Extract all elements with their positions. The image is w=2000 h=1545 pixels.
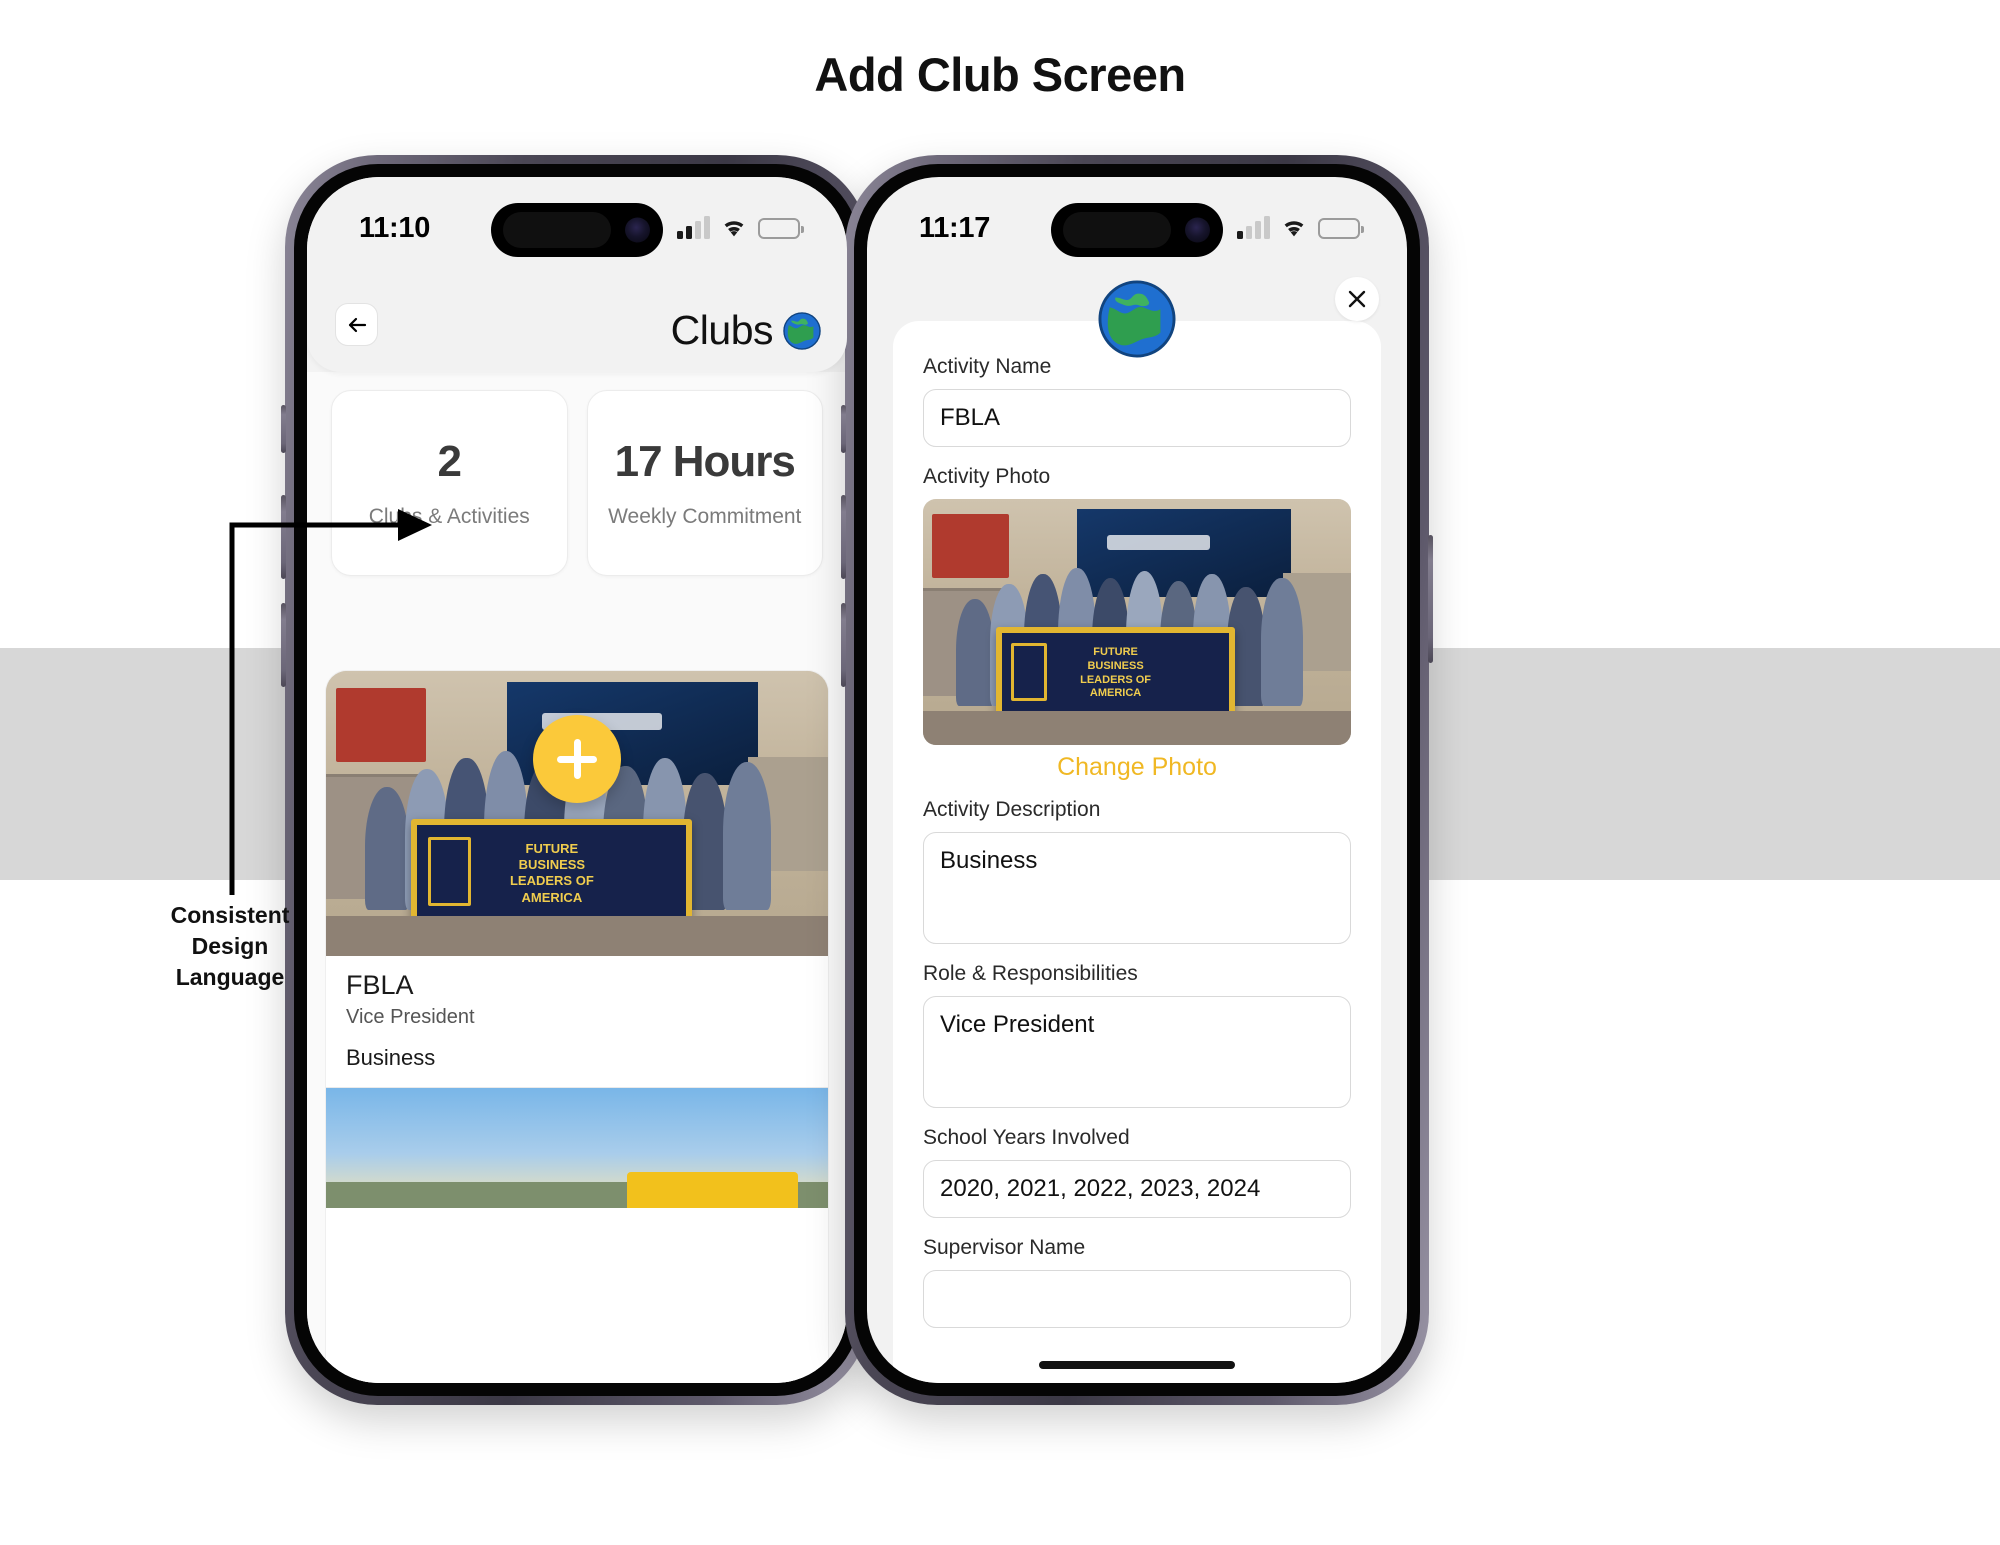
school-years-input[interactable]: 2020, 2021, 2022, 2023, 2024 <box>923 1160 1351 1218</box>
status-time: 11:10 <box>359 211 431 244</box>
fbla-banner: FUTURE BUSINESS LEADERS OF AMERICA <box>411 819 693 928</box>
club-description: Business <box>346 1045 436 1070</box>
battery-icon <box>1318 217 1364 239</box>
fbla-banner: FUTURE BUSINESS LEADERS OF AMERICA <box>995 626 1236 721</box>
add-club-form-sheet: Activity Name FBLA Activity Photo FUTURE… <box>893 321 1381 1383</box>
supervisor-name-input[interactable] <box>923 1270 1351 1328</box>
banner-line: AMERICA <box>521 889 583 905</box>
power-button[interactable] <box>1428 535 1433 663</box>
mute-switch[interactable] <box>281 405 286 453</box>
page-heading: Clubs <box>671 307 821 354</box>
close-icon <box>1348 290 1366 308</box>
field-label-activity-name: Activity Name <box>923 355 1052 378</box>
front-camera-icon <box>625 217 650 243</box>
stat-value: 2 <box>437 437 463 486</box>
field-label-school-years: School Years Involved <box>923 1126 1130 1149</box>
club-card-photo[interactable]: FUTURE BUSINESS LEADERS OF AMERICA <box>326 671 828 956</box>
banner-line: AMERICA <box>1089 687 1142 700</box>
back-button[interactable] <box>335 303 378 346</box>
screenshot-root: Add Club Screen 11:10 Clubs 2 Clubs & Ac… <box>0 0 2000 1545</box>
field-label-activity-photo: Activity Photo <box>923 465 1051 488</box>
club-card-photo-2[interactable] <box>326 1088 828 1208</box>
mute-switch[interactable] <box>841 405 846 453</box>
status-time: 11:17 <box>919 211 991 244</box>
phone-mockup-left: 11:10 Clubs 2 Clubs & Activities 17 Hour… <box>281 155 873 1405</box>
field-label-role-responsibilities: Role & Responsibilities <box>923 962 1138 985</box>
status-icons <box>677 216 804 239</box>
stat-card-hours[interactable]: 17 Hours Weekly Commitment <box>586 390 823 576</box>
banner-line: BUSINESS <box>1087 659 1144 672</box>
dynamic-island <box>1051 203 1223 257</box>
add-club-fab[interactable] <box>533 715 621 803</box>
stat-label: Weekly Commitment <box>608 505 802 528</box>
battery-icon <box>758 217 804 239</box>
phone-bezel-left: 11:10 Clubs 2 Clubs & Activities 17 Hour… <box>294 164 860 1396</box>
page-title: Add Club Screen <box>814 48 1186 101</box>
cellular-signal-icon <box>677 216 710 239</box>
school-bus <box>627 1172 798 1208</box>
home-indicator[interactable] <box>1039 1361 1235 1369</box>
wifi-icon <box>1284 221 1304 237</box>
change-photo-button[interactable]: Change Photo <box>923 753 1351 782</box>
club-card-meta: FBLA Vice President Business <box>326 956 828 1087</box>
annotation-line: Design <box>191 933 269 960</box>
club-role: Vice President <box>346 1006 475 1028</box>
annotation-line: Consistent <box>170 902 290 928</box>
banner-line: BUSINESS <box>518 857 586 873</box>
field-label-activity-description: Activity Description <box>923 798 1101 821</box>
stat-value: 17 Hours <box>614 437 796 486</box>
activity-description-input[interactable]: Business <box>923 832 1351 944</box>
cellular-signal-icon <box>1237 216 1270 239</box>
banner-line: LEADERS OF <box>509 873 594 889</box>
arrow-left-icon <box>348 317 366 332</box>
field-label-supervisor-name: Supervisor Name <box>923 1236 1086 1259</box>
close-button[interactable] <box>1335 277 1379 321</box>
activity-name-input[interactable]: FBLA <box>923 389 1351 447</box>
volume-down-button[interactable] <box>281 603 286 687</box>
dynamic-island <box>491 203 663 257</box>
front-camera-icon <box>1185 217 1210 243</box>
role-responsibilities-input[interactable]: Vice President <box>923 996 1351 1108</box>
fbla-group-photo: FUTURE BUSINESS LEADERS OF AMERICA <box>923 499 1351 745</box>
screen-clubs-list: 11:10 Clubs 2 Clubs & Activities 17 Hour… <box>307 177 847 1383</box>
stats-row: 2 Clubs & Activities 17 Hours Weekly Com… <box>307 372 847 576</box>
volume-up-button[interactable] <box>841 495 846 579</box>
status-icons <box>1237 216 1364 239</box>
phone-mockup-right: 11:17 Activity Name FBLA Activity Photo … <box>841 155 1433 1405</box>
volume-up-button[interactable] <box>281 495 286 579</box>
club-name: FBLA <box>346 970 414 1000</box>
fbla-group-photo: FUTURE BUSINESS LEADERS OF AMERICA <box>326 671 828 956</box>
screen-add-club-form: 11:17 Activity Name FBLA Activity Photo … <box>867 177 1407 1383</box>
wifi-icon <box>724 221 744 237</box>
banner-line: FUTURE <box>1093 646 1138 659</box>
banner-line: FUTURE <box>525 840 579 856</box>
annotation-line: Language <box>175 964 285 991</box>
clubs-title: Clubs <box>670 307 774 353</box>
globe-icon <box>1098 280 1176 358</box>
globe-icon <box>783 311 821 350</box>
stat-card-clubs[interactable]: 2 Clubs & Activities <box>331 390 568 576</box>
volume-down-button[interactable] <box>841 603 846 687</box>
clubs-body: 2 Clubs & Activities 17 Hours Weekly Com… <box>307 372 847 1383</box>
stat-label: Clubs & Activities <box>368 505 530 528</box>
banner-line: LEADERS OF <box>1080 673 1152 686</box>
phone-bezel-right: 11:17 Activity Name FBLA Activity Photo … <box>854 164 1420 1396</box>
annotation-label: Consistent Design Language <box>130 900 330 993</box>
activity-photo-preview[interactable]: FUTURE BUSINESS LEADERS OF AMERICA <box>923 499 1351 745</box>
